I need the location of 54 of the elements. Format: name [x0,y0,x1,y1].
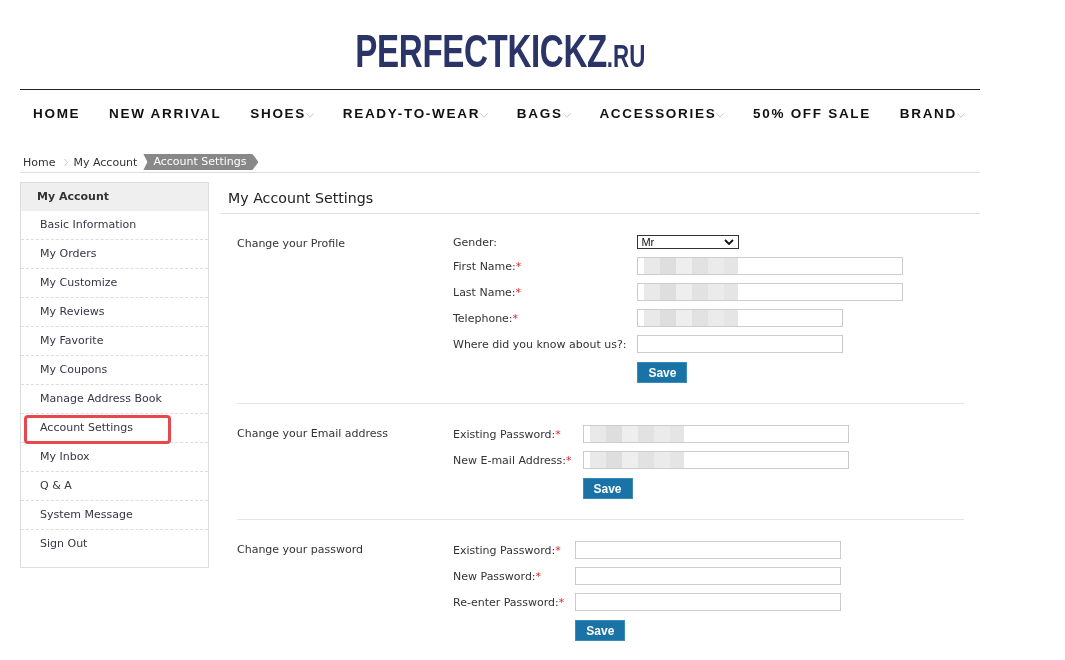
field-label: Telephone:* [453,311,520,325]
sidebar-item[interactable]: My Inbox [21,443,208,471]
nav-link[interactable]: ACCESSORIES [599,105,717,121]
field-label: New Password:* [453,569,543,583]
text-field[interactable] [582,425,849,443]
section-heading: Change your password [237,542,365,556]
page-title: My Account Settings [228,189,374,206]
sidebar-item[interactable]: My Coupons [21,356,208,384]
text-field[interactable] [637,257,904,275]
nav-link[interactable]: BRAND [899,105,957,121]
sidebar-item[interactable]: Account Settings [21,414,208,442]
field-label: Re-enter Password:* [453,595,565,609]
text-field[interactable] [637,309,844,327]
text-field[interactable] [637,283,904,301]
sidebar-item[interactable]: Manage Address Book [21,385,208,413]
breadcrumb-link[interactable]: Home [23,155,56,169]
nav-link[interactable]: 50% OFF SALE [753,105,871,121]
text-field[interactable] [575,593,842,611]
breadcrumb-current: Account Settings [143,154,259,170]
nav-link[interactable]: READY-TO-WEAR [342,105,481,121]
nav-link[interactable]: BAGS [516,105,563,121]
sidebar-item[interactable]: My Favorite [21,327,208,355]
sidebar-heading: My Account [21,183,208,211]
text-field[interactable] [582,451,849,469]
field-label: Where did you know about us?: [453,337,627,351]
nav-link[interactable]: SHOES [250,105,306,121]
section-heading: Change your Email address [237,426,390,440]
breadcrumb-link[interactable]: My Account [73,155,138,169]
sidebar-item[interactable]: My Orders [21,240,208,268]
text-field[interactable] [637,335,844,353]
save-button[interactable]: Save [575,620,626,641]
field-label: Existing Password:* [453,543,562,557]
section-heading: Change your Profile [237,236,347,250]
save-button[interactable]: Save [582,478,633,499]
nav-link[interactable]: HOME [33,105,81,121]
chevron-right-icon [64,157,69,167]
gender-select[interactable]: Mr [637,235,740,249]
nav-link[interactable]: NEW ARRIVAL [109,105,222,121]
field-label: New E-mail Address:* [453,453,572,467]
field-label: Existing Password:* [453,427,562,441]
sidebar-item[interactable]: Basic Information [21,211,208,239]
field-label: First Name:* [453,259,523,273]
sidebar-item[interactable]: Q & A [21,472,208,500]
sidebar-item[interactable]: My Customize [21,269,208,297]
chevron-down-icon [724,239,735,245]
sidebar-item[interactable]: My Reviews [21,298,208,326]
field-label: Last Name:* [453,285,523,299]
field-label: Gender: [453,235,499,249]
sidebar-item[interactable]: Sign Out [21,530,208,558]
text-field[interactable] [575,567,842,585]
logo[interactable]: PERFECTKICKZ.RU [355,28,645,74]
text-field[interactable] [575,541,842,559]
save-button[interactable]: Save [637,362,688,383]
sidebar-item[interactable]: System Message [21,501,208,529]
